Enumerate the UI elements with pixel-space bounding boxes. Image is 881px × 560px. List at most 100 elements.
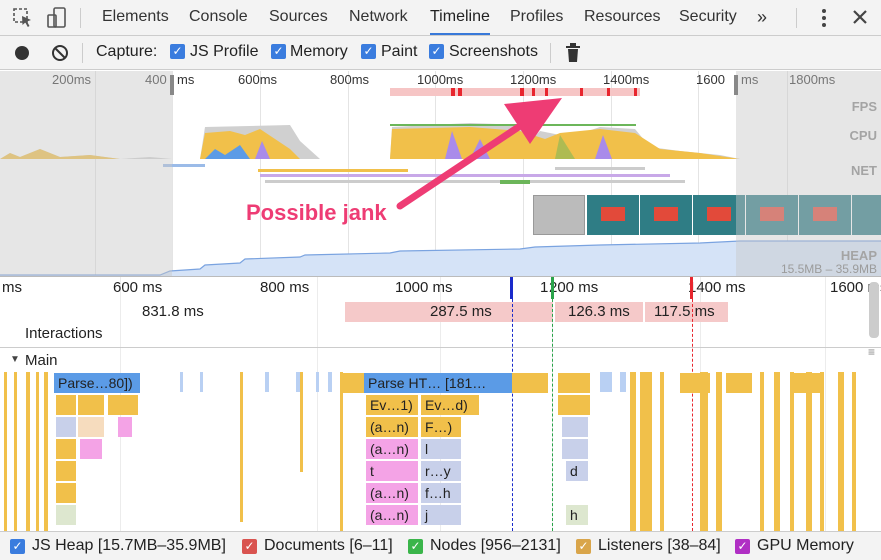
- screenshot-thumbnail: [640, 195, 692, 235]
- memory-checkbox[interactable]: ✓: [271, 44, 286, 59]
- flame-block[interactable]: [562, 417, 588, 437]
- divider: [80, 8, 81, 28]
- interaction-duration: 287.5 ms: [430, 303, 492, 320]
- flame-block[interactable]: [558, 373, 590, 393]
- flame-block[interactable]: [56, 505, 76, 525]
- tab-sources[interactable]: Sources: [269, 0, 328, 35]
- flame-tick: 1400 ms: [688, 279, 746, 296]
- divider: [0, 347, 881, 348]
- flame-block-function[interactable]: F…): [421, 417, 461, 437]
- flame-block[interactable]: [118, 417, 132, 437]
- flame-block[interactable]: f…h: [421, 483, 461, 503]
- documents-checkbox[interactable]: ✓: [242, 539, 257, 554]
- js-profile-label[interactable]: JS Profile: [190, 43, 258, 61]
- flame-block[interactable]: l: [421, 439, 461, 459]
- nodes-label[interactable]: Nodes [956–2131]: [430, 537, 561, 555]
- flame-block-anonymous[interactable]: (a…n): [366, 483, 418, 503]
- close-icon[interactable]: [852, 9, 868, 25]
- js-profile-checkbox[interactable]: ✓: [170, 44, 185, 59]
- flame-tick: ms: [2, 279, 22, 296]
- flame-tick: 200 ms: [549, 279, 599, 296]
- flame-block[interactable]: [78, 417, 104, 437]
- flame-block[interactable]: [80, 439, 102, 459]
- flame-block[interactable]: [562, 439, 588, 459]
- tab-profiles[interactable]: Profiles: [510, 0, 563, 35]
- interaction-duration: 831.8 ms: [142, 303, 204, 320]
- inspect-element-icon[interactable]: [12, 7, 34, 29]
- flame-block-parse-html[interactable]: Parse HT… [181…: [364, 373, 512, 393]
- memory-label[interactable]: Memory: [290, 43, 348, 61]
- timeline-toolbar: Capture: ✓ JS Profile ✓ Memory ✓ Paint ✓…: [0, 36, 881, 70]
- more-tabs-icon[interactable]: »: [757, 0, 767, 35]
- memory-counters-legend: ✓ JS Heap [15.7MB–35.9MB] ✓ Documents [6…: [0, 531, 881, 560]
- flame-block[interactable]: r…y: [421, 461, 461, 481]
- devtools-tabbar: Elements Console Sources Network Timelin…: [0, 0, 881, 36]
- flame-block[interactable]: [108, 395, 138, 415]
- tab-resources[interactable]: Resources: [584, 0, 660, 35]
- load-marker: [690, 277, 693, 299]
- paint-checkbox[interactable]: ✓: [361, 44, 376, 59]
- selection-handle-right[interactable]: [734, 75, 738, 95]
- flame-block[interactable]: [56, 417, 76, 437]
- tab-elements[interactable]: Elements: [102, 0, 169, 35]
- record-icon[interactable]: [13, 44, 31, 62]
- flame-block[interactable]: [726, 373, 752, 393]
- flame-block-parse-html[interactable]: Parse…80]): [54, 373, 140, 393]
- tab-security[interactable]: Security: [679, 0, 737, 35]
- divider: [796, 8, 797, 28]
- gpu-memory-label[interactable]: GPU Memory: [757, 537, 854, 555]
- expand-triangle-icon[interactable]: ▼: [10, 354, 20, 365]
- flame-block[interactable]: [56, 439, 76, 459]
- flame-block[interactable]: [558, 395, 590, 415]
- overview-tick: 1600: [696, 72, 725, 87]
- trash-icon[interactable]: [565, 43, 581, 63]
- kebab-menu-icon[interactable]: [818, 8, 830, 28]
- js-heap-label[interactable]: JS Heap [15.7MB–35.9MB]: [32, 537, 226, 555]
- flame-block-anonymous[interactable]: (a…n): [366, 417, 418, 437]
- gpu-memory-checkbox[interactable]: ✓: [735, 539, 750, 554]
- interaction-duration: 117.5 ms: [654, 303, 715, 320]
- listeners-label[interactable]: Listeners [38–84]: [598, 537, 721, 555]
- flame-block[interactable]: j: [421, 505, 461, 525]
- flame-block[interactable]: [680, 373, 710, 393]
- flame-chart[interactable]: ms 600 ms 800 ms 1000 ms 1 200 ms 1400 m…: [0, 277, 881, 531]
- screenshots-checkbox[interactable]: ✓: [429, 44, 444, 59]
- first-paint-marker: [551, 277, 554, 299]
- flame-block[interactable]: [56, 483, 76, 503]
- flame-tick: 800 ms: [260, 279, 310, 296]
- listeners-checkbox[interactable]: ✓: [576, 539, 591, 554]
- tab-timeline[interactable]: Timeline: [430, 0, 490, 35]
- device-mode-icon[interactable]: [46, 6, 68, 30]
- scrollbar[interactable]: [869, 282, 879, 338]
- flame-block[interactable]: [512, 373, 548, 393]
- tab-network[interactable]: Network: [349, 0, 408, 35]
- interaction-duration: 126.3 ms: [568, 303, 630, 320]
- flame-block-anonymous[interactable]: (a…n): [366, 505, 418, 525]
- flame-block-event[interactable]: Ev…d): [421, 395, 479, 415]
- interactions-label: Interactions: [25, 325, 103, 342]
- flame-block-event[interactable]: Ev…1): [366, 395, 418, 415]
- documents-label[interactable]: Documents [6–11]: [264, 537, 393, 555]
- flame-block[interactable]: [56, 461, 76, 481]
- tab-console[interactable]: Console: [189, 0, 248, 35]
- jank-frame-marker: [634, 88, 637, 96]
- dom-content-loaded-marker: [510, 277, 513, 299]
- flame-block[interactable]: [790, 373, 820, 393]
- clear-icon[interactable]: [51, 44, 69, 62]
- flame-block[interactable]: [56, 395, 76, 415]
- flame-block[interactable]: [342, 373, 364, 393]
- flame-block[interactable]: d: [566, 461, 588, 481]
- js-heap-checkbox[interactable]: ✓: [10, 539, 25, 554]
- flame-block-anonymous[interactable]: (a…n): [366, 439, 418, 459]
- nodes-checkbox[interactable]: ✓: [408, 539, 423, 554]
- paint-label[interactable]: Paint: [381, 43, 417, 61]
- flame-block[interactable]: t: [366, 461, 418, 481]
- overview-tick: 800ms: [330, 72, 370, 87]
- overview-unselected-left: [0, 71, 172, 276]
- screenshots-label[interactable]: Screenshots: [449, 43, 538, 61]
- overview-tick: 600ms: [238, 72, 278, 87]
- flame-tick: 1000 ms: [395, 279, 453, 296]
- flame-block[interactable]: h: [566, 505, 588, 525]
- flame-block[interactable]: [78, 395, 104, 415]
- selection-handle-left[interactable]: [170, 75, 174, 95]
